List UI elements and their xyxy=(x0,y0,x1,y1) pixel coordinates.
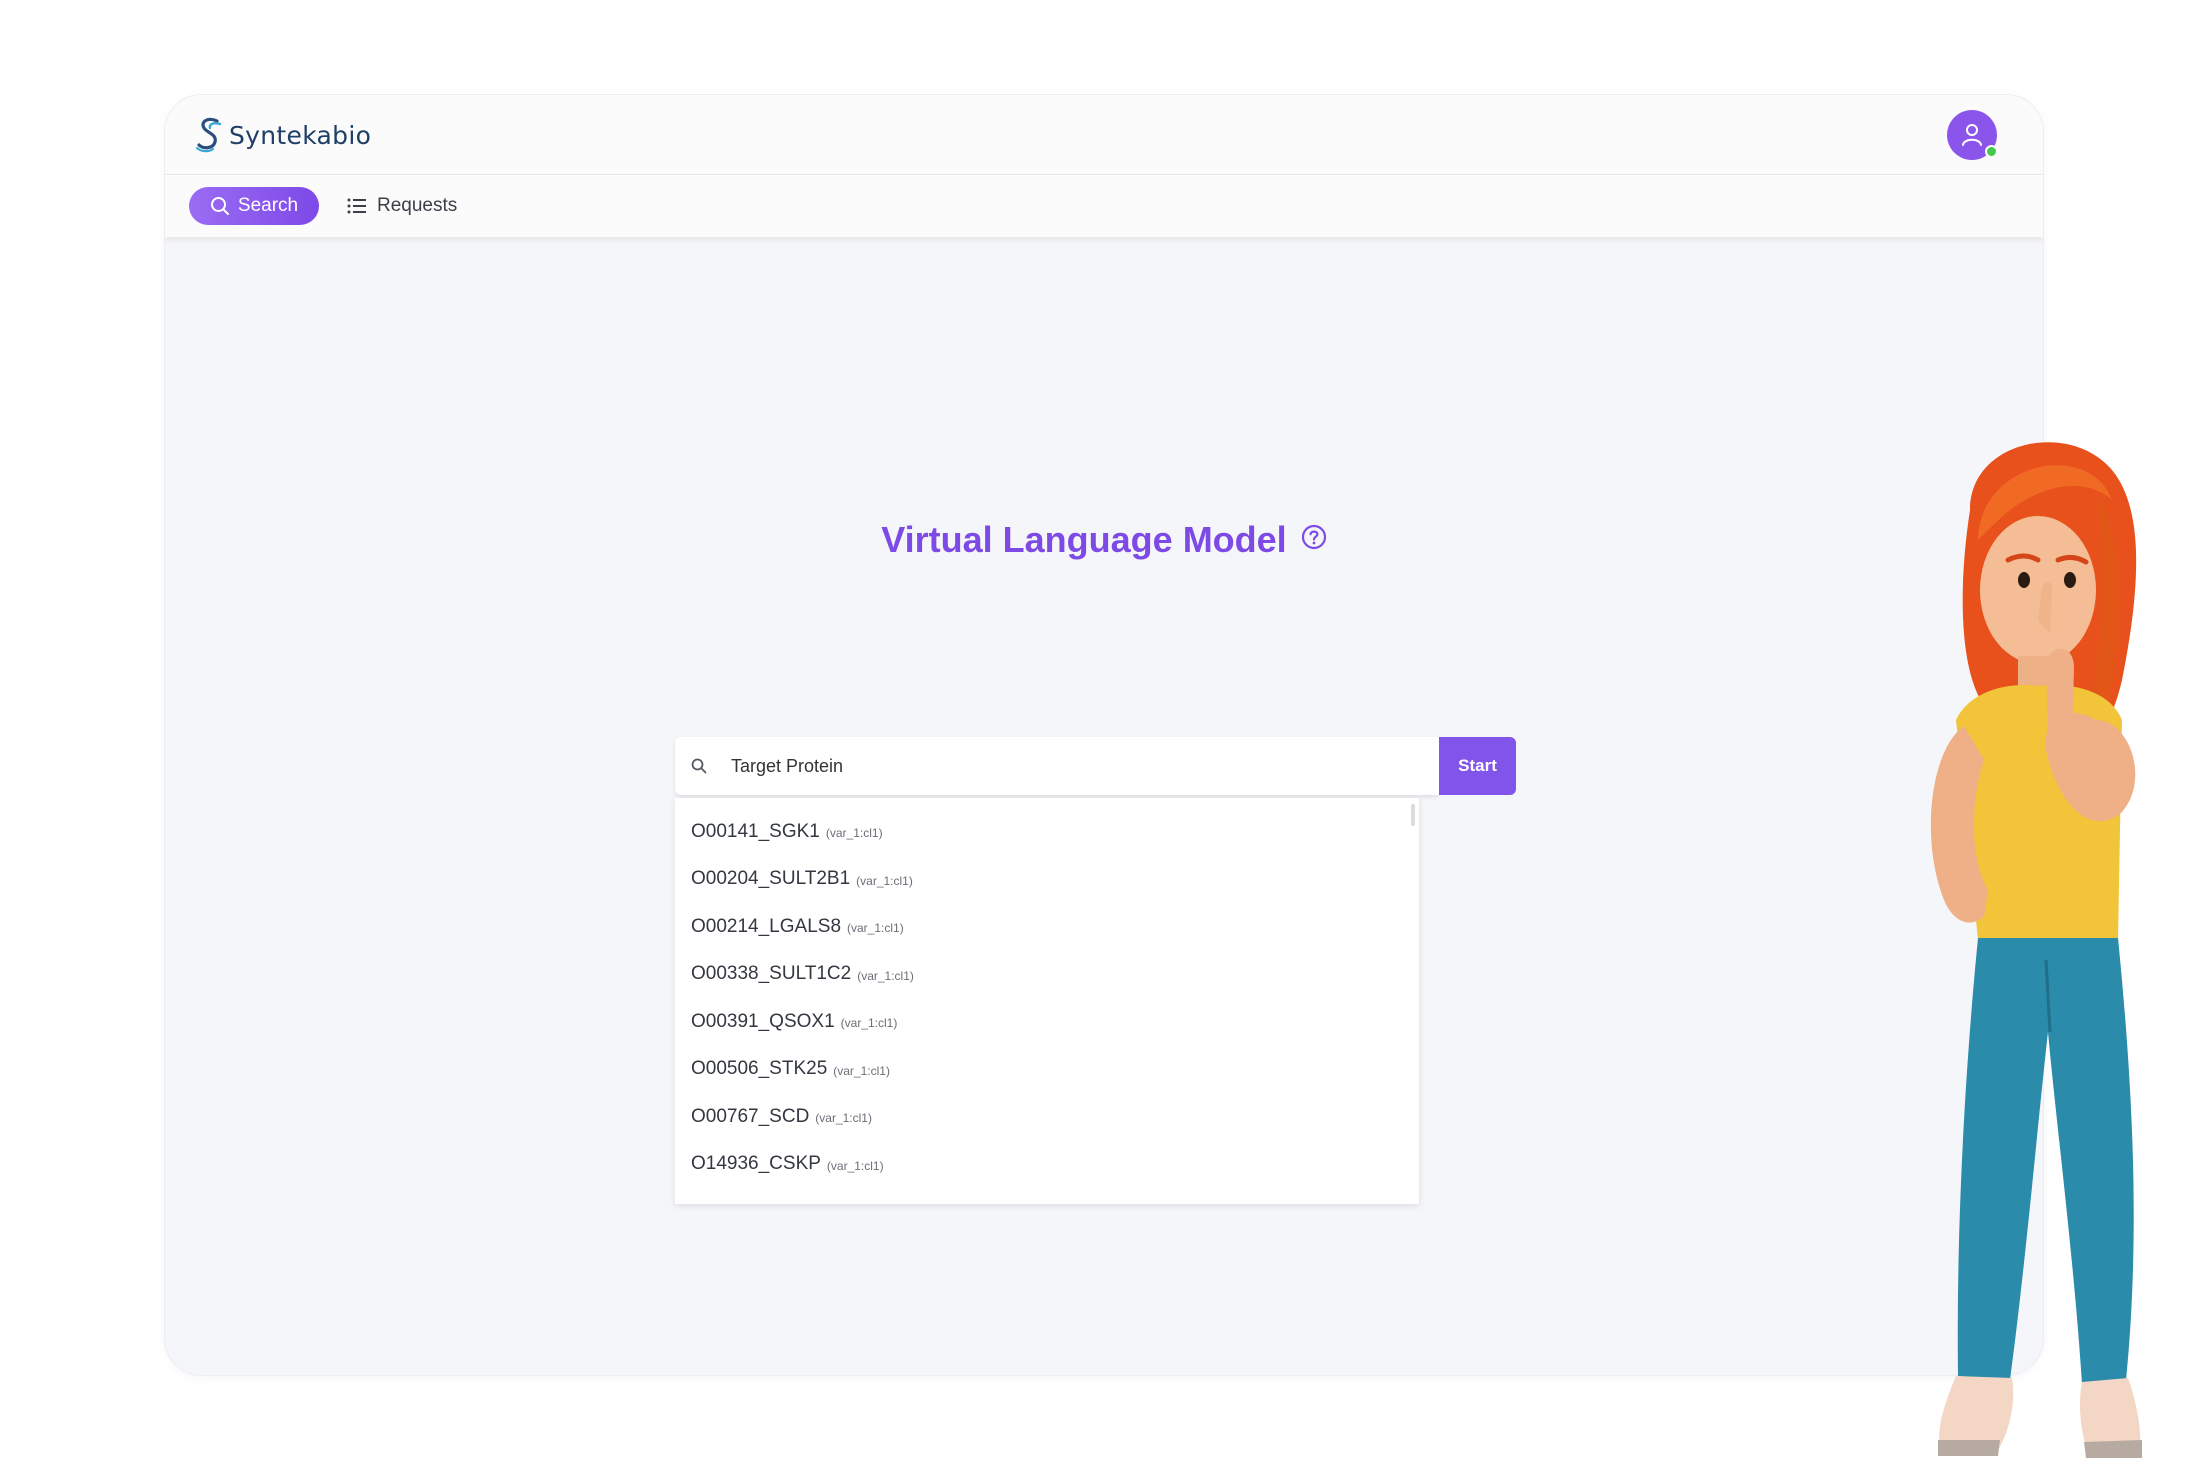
dropdown-item[interactable]: O00214_LGALS8 (var_1:cl1) xyxy=(675,903,1419,951)
start-button[interactable]: Start xyxy=(1439,737,1516,795)
user-icon xyxy=(1962,124,1982,146)
dropdown-item[interactable]: O00767_SCD (var_1:cl1) xyxy=(675,1093,1419,1141)
item-code: O14936_CSKP xyxy=(691,1153,821,1175)
dropdown-item[interactable]: O00506_STK25 (var_1:cl1) xyxy=(675,1046,1419,1094)
item-code: O00391_QSOX1 xyxy=(691,1010,835,1032)
search-icon xyxy=(210,197,229,215)
stage: Syntekabio Search Requests Virtual Langu… xyxy=(0,0,2196,1464)
item-variant: (var_1:cl1) xyxy=(847,921,904,936)
dropdown-item[interactable]: O14936_CSKP (var_1:cl1) xyxy=(675,1141,1419,1189)
page-title-row: Virtual Language Model xyxy=(165,519,2043,561)
dropdown-item[interactable]: O00338_SULT1C2 (var_1:cl1) xyxy=(675,951,1419,999)
user-avatar-button[interactable] xyxy=(1947,110,1998,160)
nav-search-label: Search xyxy=(237,195,299,216)
logo[interactable]: Syntekabio xyxy=(195,115,371,155)
search-icon xyxy=(691,758,707,774)
item-variant: (var_1:cl1) xyxy=(825,826,883,841)
online-status-dot xyxy=(1985,145,1998,158)
dropdown-item[interactable]: O00141_SGK1 (var_1:cl1) xyxy=(675,808,1419,856)
item-code: O00214_LGALS8 xyxy=(691,915,842,937)
item-code: O00506_STK25 xyxy=(691,1058,828,1080)
item-variant: (var_1:cl1) xyxy=(826,1158,884,1173)
item-code: O00204_SULT2B1 xyxy=(691,868,851,890)
question-circle-icon[interactable] xyxy=(1301,524,1327,550)
nav-requests-label: Requests xyxy=(377,195,458,216)
list-icon xyxy=(347,198,366,214)
item-code: O00141_SGK1 xyxy=(691,820,820,842)
item-variant: (var_1:cl1) xyxy=(856,873,913,888)
character-illustration xyxy=(1930,442,2142,1458)
logo-text: Syntekabio xyxy=(229,120,372,150)
target-protein-input[interactable] xyxy=(731,749,1421,783)
dropdown-item[interactable]: O00391_QSOX1 (var_1:cl1) xyxy=(675,998,1419,1046)
nav-search-tab[interactable]: Search xyxy=(189,187,319,225)
top-bar: Syntekabio xyxy=(165,95,2043,175)
item-variant: (var_1:cl1) xyxy=(833,1063,890,1078)
nav-bar: Search Requests xyxy=(165,175,2043,237)
item-code: O00767_SCD xyxy=(691,1105,810,1127)
nav-requests-tab[interactable]: Requests xyxy=(347,187,457,225)
item-variant: (var_1:cl1) xyxy=(840,1016,898,1031)
app-window: Syntekabio Search Requests Virtual Langu… xyxy=(164,94,2044,1376)
item-variant: (var_1:cl1) xyxy=(815,1111,872,1126)
item-variant: (var_1:cl1) xyxy=(857,968,914,983)
syntekabio-s-logo-icon xyxy=(195,117,222,153)
item-code: O00338_SULT1C2 xyxy=(691,963,852,985)
target-protein-search xyxy=(675,737,1439,795)
dropdown-item[interactable]: O00204_SULT2B1 (var_1:cl1) xyxy=(675,856,1419,904)
dropdown-scrollbar[interactable] xyxy=(1411,804,1415,826)
protein-suggestion-dropdown: O00141_SGK1 (var_1:cl1) O00204_SULT2B1 (… xyxy=(675,798,1419,1204)
page-title: Virtual Language Model xyxy=(881,519,1287,560)
